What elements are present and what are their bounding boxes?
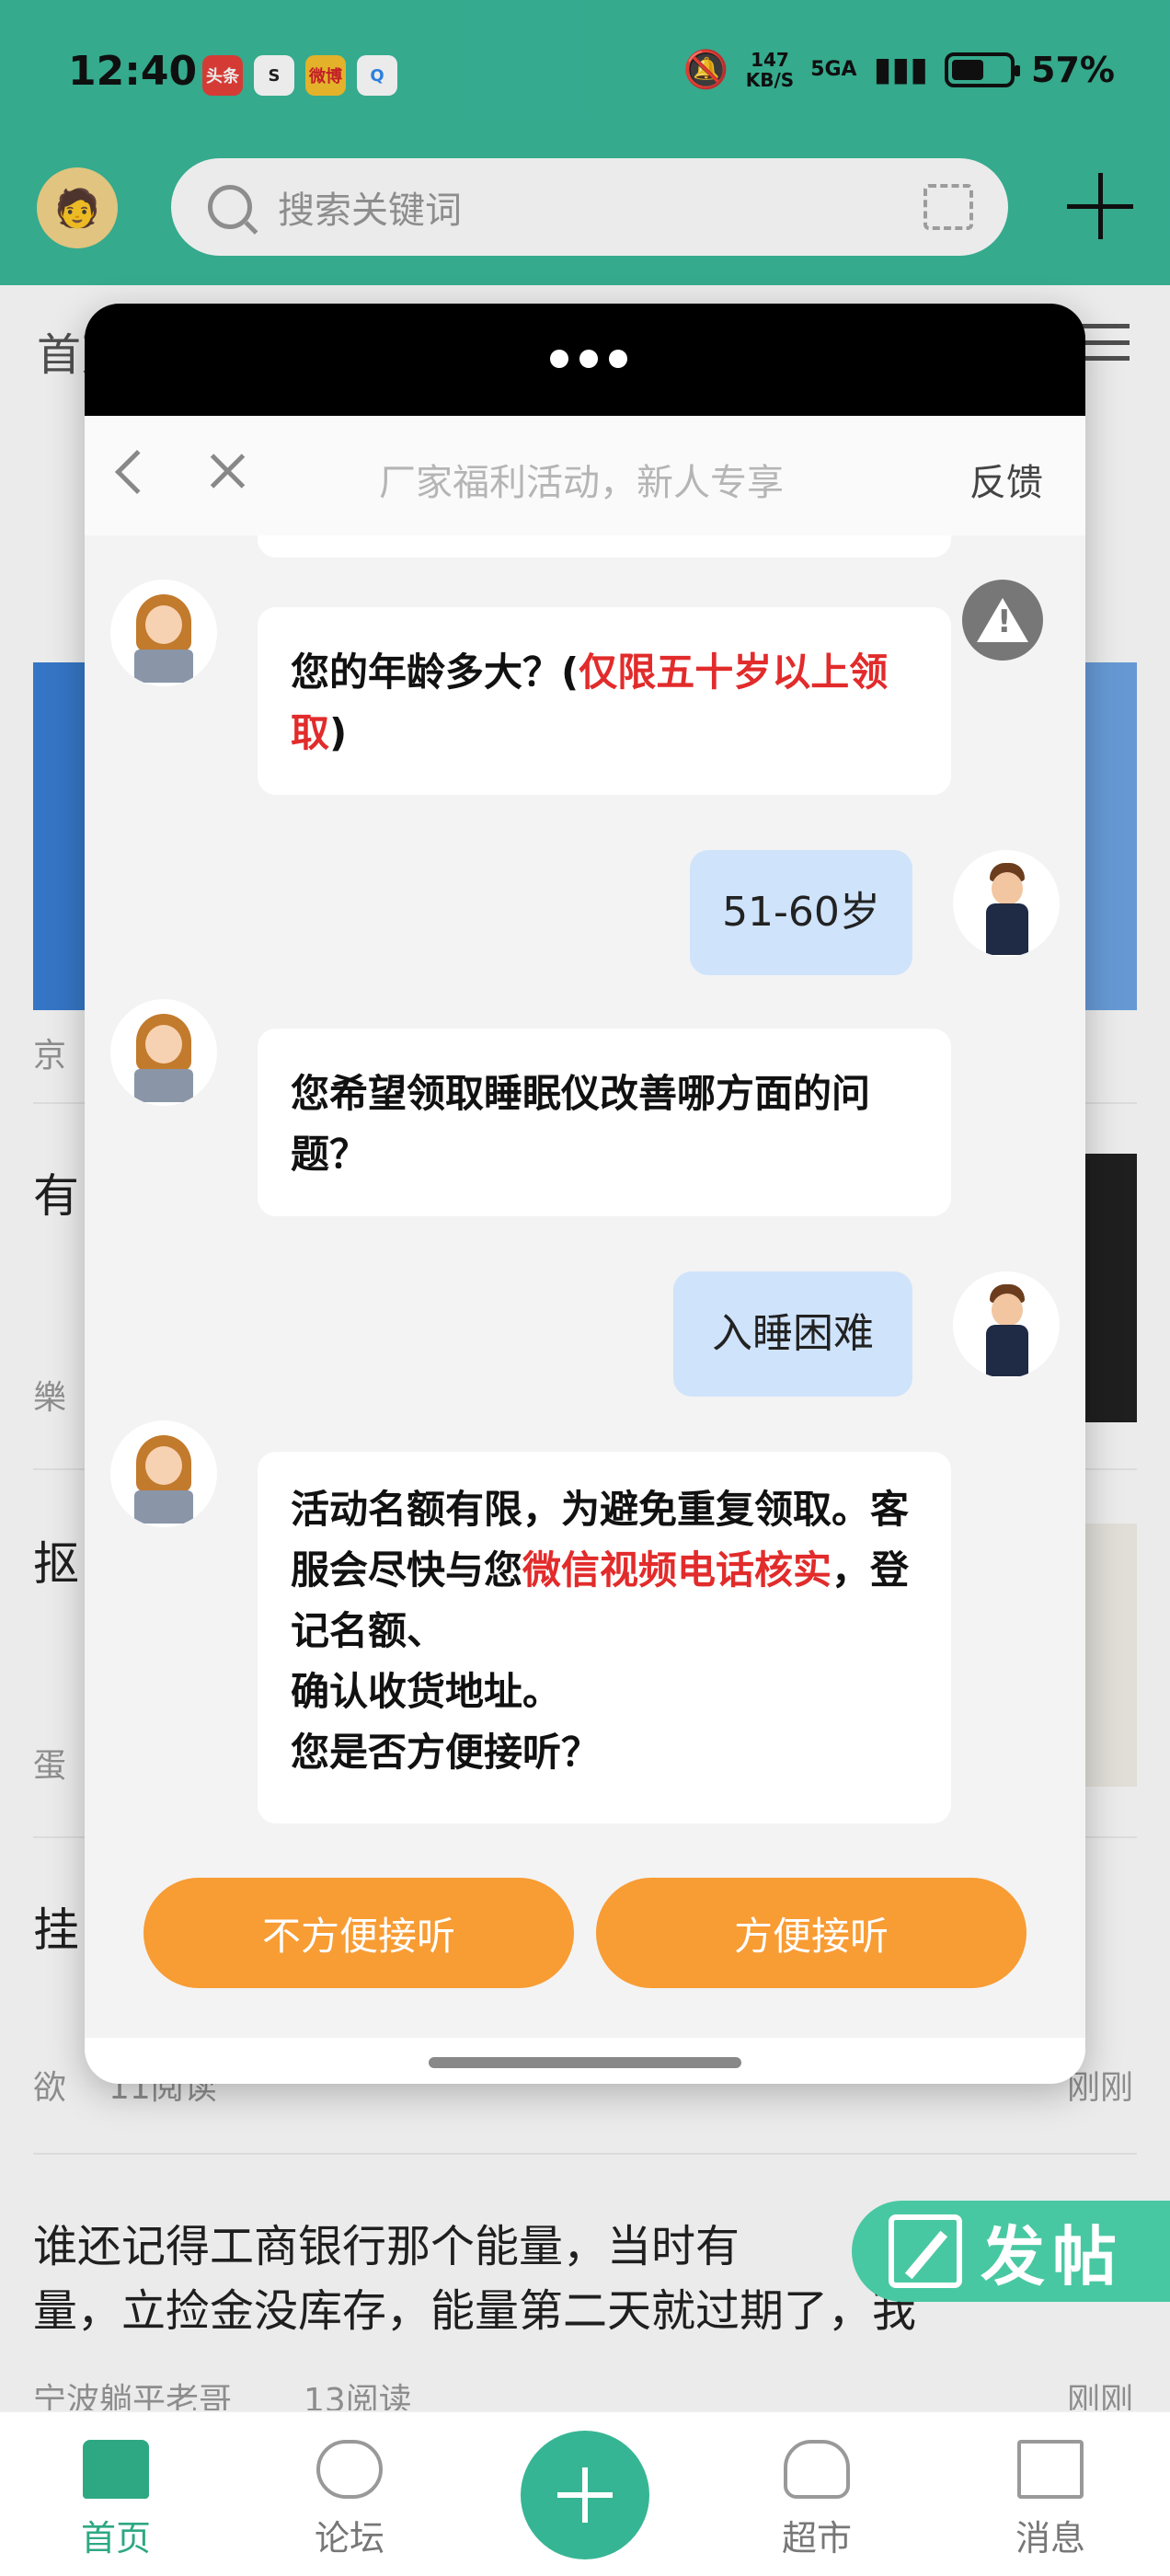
nav-item-forum[interactable]: 论坛 [285,2440,414,2560]
activity-modal: 厂家福利活动，新人专享 反馈 您的年龄多大？(仅限五十岁以上领取) 51-60岁… [85,304,1085,2084]
agent-message: 您希望领取睡眠仪改善哪方面的问题？ [258,1029,951,1216]
bottom-nav: 首页 论坛 超市 消息 [0,2410,1170,2576]
chat-area: 您的年龄多大？(仅限五十岁以上领取) 51-60岁 您希望领取睡眠仪改善哪方面的… [85,535,1085,2084]
user-message: 51-60岁 [690,850,912,975]
nav-label: 首页 [80,2518,151,2559]
nav-item-home[interactable]: 首页 [52,2440,180,2560]
convenient-button[interactable]: 方便接听 [596,1878,1027,1988]
message-highlight: 微信视频电话核实 [522,1547,832,1593]
nav-label: 超市 [781,2518,852,2559]
money-bag-icon [784,2440,850,2499]
feedback-button[interactable]: 反馈 [969,453,1043,506]
nav-item-market[interactable]: 超市 [752,2440,881,2560]
post-button-label: 发帖 [981,2218,1124,2294]
modal-handle-bar [85,304,1085,416]
create-plus-button[interactable] [521,2431,649,2559]
close-icon[interactable] [206,449,250,493]
nav-label: 论坛 [314,2518,384,2559]
chat-bubble-icon [316,2440,383,2499]
user-message: 入睡困难 [673,1271,912,1397]
user-avatar [953,850,1060,957]
mail-icon [1017,2440,1084,2499]
agent-avatar [110,580,217,686]
warning-icon[interactable] [962,580,1043,661]
message-text: ) [329,710,348,755]
home-icon [83,2440,149,2499]
nav-label: 消息 [1015,2518,1085,2559]
agent-message: 您的年龄多大？(仅限五十岁以上领取) [258,607,951,795]
back-icon[interactable] [114,449,160,495]
message-text: 确认收货地址。 [291,1669,562,1714]
agent-message: 活动名额有限，为避免重复领取。客服会尽快与您微信视频电话核实，登记名额、 确认收… [258,1452,951,1823]
message-text: 您的年龄多大？( [291,650,579,695]
agent-avatar [110,1420,217,1527]
post-button[interactable]: 发帖 [852,2201,1170,2302]
previous-bubble [258,535,951,558]
more-dots-icon[interactable] [550,350,627,368]
nav-item-messages[interactable]: 消息 [986,2440,1115,2560]
agent-avatar [110,999,217,1106]
edit-icon [889,2214,962,2288]
message-text: 您是否方便接听？ [291,1730,601,1775]
user-avatar [953,1271,1060,1378]
inconvenient-button[interactable]: 不方便接听 [143,1878,574,1988]
modal-title: 厂家福利活动，新人专享 [379,462,784,504]
home-indicator[interactable] [429,2057,741,2068]
modal-navbar: 厂家福利活动，新人专享 反馈 [85,416,1085,535]
